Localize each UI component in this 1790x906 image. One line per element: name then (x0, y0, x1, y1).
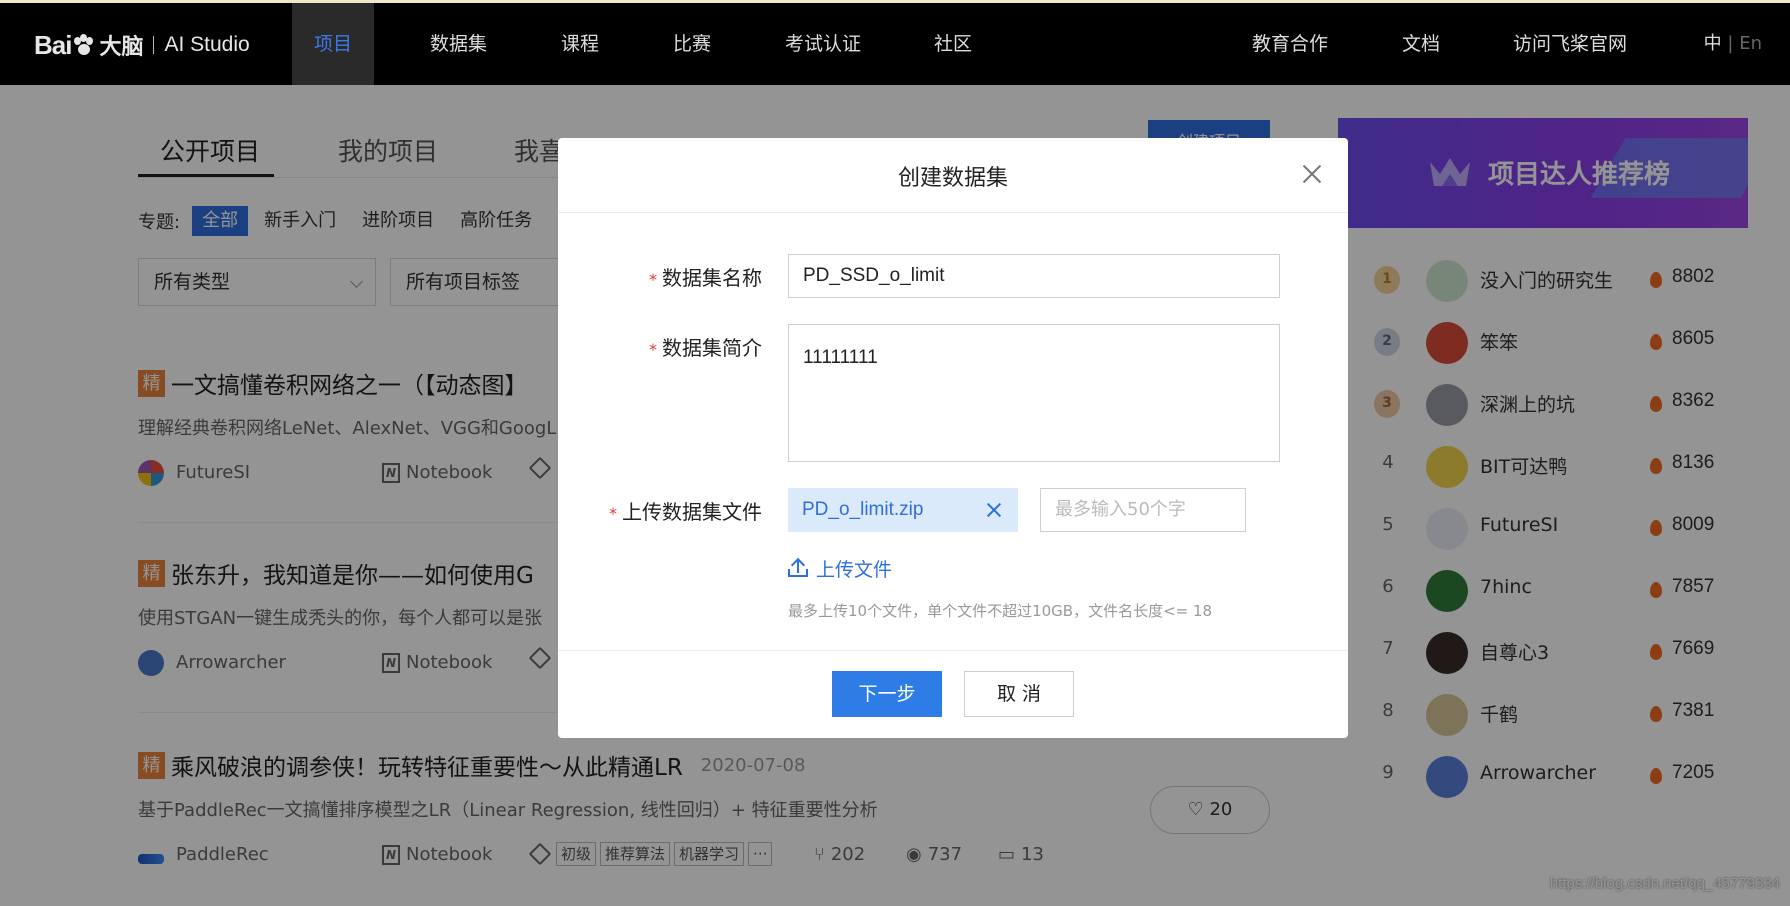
dataset-file-label: * 上传数据集文件 (609, 496, 762, 525)
nav-item-projects[interactable]: 项目 (292, 3, 375, 85)
logo-separator (153, 36, 155, 54)
logo-danao-text: 大脑 (99, 35, 144, 60)
dataset-desc-label-text: 数据集简介 (662, 336, 762, 360)
nav-item-certification[interactable]: 考试认证 (785, 3, 861, 85)
required-mark: * (649, 340, 657, 359)
nav-item-community[interactable]: 社区 (934, 3, 972, 85)
remove-file-icon[interactable] (986, 502, 1002, 518)
dataset-desc-label: * 数据集简介 (649, 332, 762, 361)
baidu-ai-studio-logo[interactable]: Bai 大脑 AI Studio (34, 25, 250, 65)
name-label-cell: * 数据集名称 (558, 262, 762, 292)
file-note-input[interactable]: 最多输入50个字 (1040, 488, 1246, 532)
lang-en[interactable]: En (1739, 33, 1762, 54)
dataset-name-input[interactable]: PD_SSD_o_limit (788, 254, 1280, 298)
language-switch[interactable]: 中 | En (1704, 3, 1762, 85)
desc-label-cell: * 数据集简介 (558, 332, 762, 362)
nav-item-paddle-site[interactable]: 访问飞桨官网 (1513, 3, 1627, 85)
nav-item-competitions[interactable]: 比赛 (673, 3, 711, 85)
top-navbar: Bai 大脑 AI Studio 项目 数据集 课程 比赛 考试认证 社区 教育… (0, 0, 1790, 85)
dataset-desc-textarea[interactable]: 11111111 (788, 324, 1280, 462)
required-mark: * (609, 504, 617, 523)
upload-file-link[interactable]: 上传文件 (788, 554, 892, 582)
nav-item-datasets[interactable]: 数据集 (430, 3, 487, 85)
upload-icon (788, 557, 808, 577)
logo-product-text: AI Studio (164, 33, 250, 56)
logo-bai-text: Bai (34, 29, 72, 60)
next-step-button[interactable]: 下一步 (832, 671, 942, 717)
upload-hint: 最多上传10个文件，单个文件不超过10GB，文件名长度<= 18 (788, 602, 1213, 620)
uploaded-file-chip: PD_o_limit.zip (788, 488, 1018, 532)
nav-item-education[interactable]: 教育合作 (1252, 3, 1328, 85)
close-icon[interactable] (1300, 162, 1324, 186)
lang-zh[interactable]: 中 (1704, 33, 1722, 54)
required-mark: * (649, 270, 657, 289)
dataset-name-label: * 数据集名称 (649, 262, 762, 291)
baidu-paw-icon (73, 34, 95, 56)
nav-item-docs[interactable]: 文档 (1402, 3, 1440, 85)
nav-item-courses[interactable]: 课程 (561, 3, 599, 85)
upload-file-label: 上传文件 (816, 558, 893, 581)
uploaded-file-name: PD_o_limit.zip (802, 499, 924, 520)
file-label-cell: * 上传数据集文件 (558, 496, 762, 526)
cancel-button[interactable]: 取 消 (964, 671, 1074, 717)
dialog-header: 创建数据集 (558, 138, 1348, 213)
dataset-file-label-text: 上传数据集文件 (622, 500, 762, 524)
dialog-footer: 下一步 取 消 (558, 650, 1348, 738)
create-dataset-dialog: 创建数据集 * 数据集名称 PD_SSD_o_limit * 数据集简介 11111… (558, 138, 1348, 738)
dialog-title: 创建数据集 (897, 166, 1008, 191)
lang-separator: | (1727, 33, 1734, 54)
dataset-name-label-text: 数据集名称 (662, 266, 762, 290)
